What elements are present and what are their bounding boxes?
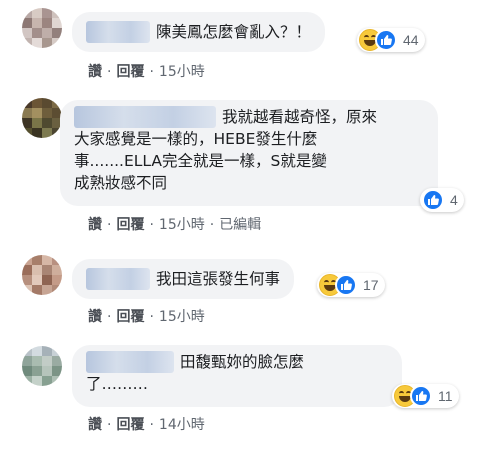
separator: · bbox=[149, 417, 154, 433]
avatar[interactable] bbox=[22, 98, 62, 138]
comment-actions: 讚 · 回覆 · 15小時 bbox=[88, 306, 205, 326]
reaction-count: 44 bbox=[403, 32, 419, 48]
like-link[interactable]: 讚 bbox=[88, 306, 102, 326]
like-link[interactable]: 讚 bbox=[88, 214, 102, 234]
edited-label[interactable]: 已編輯 bbox=[219, 214, 261, 234]
comment-bubble: 我田這張發生何事 bbox=[72, 259, 295, 299]
commenter-name-redacted[interactable] bbox=[86, 268, 150, 290]
separator: · bbox=[107, 309, 112, 325]
comment-text: 我田這張發生何事 bbox=[156, 270, 281, 288]
separator: · bbox=[209, 217, 215, 233]
reply-link[interactable]: 回覆 bbox=[116, 214, 144, 234]
reaction-count: 11 bbox=[438, 388, 453, 404]
reaction-summary[interactable]: 11 bbox=[392, 384, 459, 408]
timestamp[interactable]: 15小時 bbox=[159, 306, 205, 326]
commenter-name-redacted[interactable] bbox=[86, 21, 150, 43]
reply-link[interactable]: 回覆 bbox=[116, 61, 144, 81]
reply-link[interactable]: 回覆 bbox=[116, 414, 144, 434]
commenter-name-redacted[interactable] bbox=[74, 106, 216, 128]
avatar[interactable] bbox=[22, 8, 62, 48]
like-link[interactable]: 讚 bbox=[88, 414, 102, 434]
like-icon bbox=[410, 385, 432, 407]
comment-actions: 讚 · 回覆 · 14小時 bbox=[88, 414, 205, 434]
avatar[interactable] bbox=[22, 255, 62, 295]
reaction-count: 4 bbox=[450, 192, 458, 208]
reply-link[interactable]: 回覆 bbox=[116, 306, 144, 326]
comment-bubble: 田馥甄妳的臉怎麼 了……… bbox=[72, 345, 402, 407]
reaction-summary[interactable]: 44 bbox=[357, 28, 425, 52]
commenter-name-redacted[interactable] bbox=[86, 351, 174, 373]
comment-actions: 讚 · 回覆 · 15小時 · 已編輯 bbox=[88, 214, 261, 234]
like-icon bbox=[375, 29, 397, 51]
comment-actions: 讚 · 回覆 · 15小時 bbox=[88, 61, 205, 81]
avatar[interactable] bbox=[22, 346, 62, 386]
comment-bubble: 我就越看越奇怪，原來 大家感覺是一樣的，HEBE發生什麼 事.......ELL… bbox=[60, 100, 438, 206]
timestamp[interactable]: 15小時 bbox=[159, 214, 205, 234]
separator: · bbox=[149, 217, 154, 233]
comment-bubble: 陳美鳳怎麼會亂入？！ bbox=[72, 12, 326, 52]
like-icon bbox=[422, 189, 444, 211]
separator: · bbox=[149, 309, 154, 325]
timestamp[interactable]: 14小時 bbox=[159, 414, 205, 434]
like-link[interactable]: 讚 bbox=[88, 61, 102, 81]
comment-text: 陳美鳳怎麼會亂入？！ bbox=[156, 23, 312, 41]
separator: · bbox=[107, 64, 112, 80]
reaction-count: 17 bbox=[363, 277, 379, 293]
separator: · bbox=[107, 417, 112, 433]
timestamp[interactable]: 15小時 bbox=[159, 61, 205, 81]
separator: · bbox=[107, 217, 112, 233]
like-icon bbox=[335, 274, 357, 296]
separator: · bbox=[149, 64, 154, 80]
reaction-summary[interactable]: 17 bbox=[317, 273, 385, 297]
reaction-summary[interactable]: 4 bbox=[420, 188, 464, 212]
